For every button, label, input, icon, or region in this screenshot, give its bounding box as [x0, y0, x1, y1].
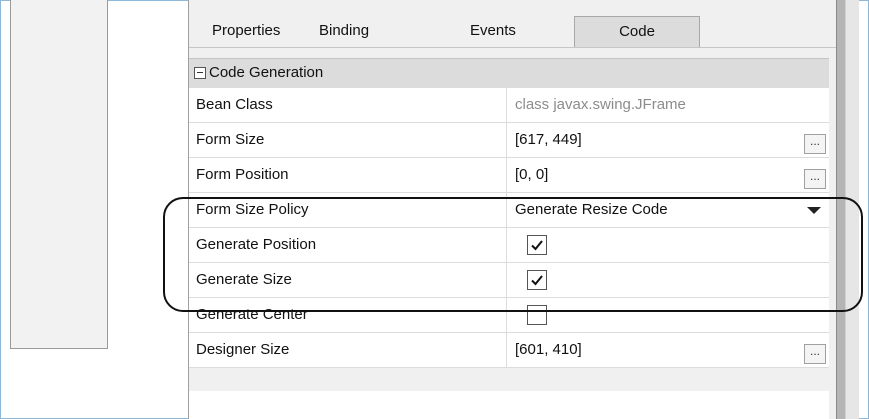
property-name: Generate Size: [196, 271, 292, 288]
property-grid: Bean Class class javax.swing.JFrame Form…: [189, 88, 829, 368]
property-name: Generate Center: [196, 306, 308, 323]
property-name: Designer Size: [196, 341, 290, 358]
section-header-code-generation[interactable]: Code Generation: [189, 58, 829, 89]
property-name: Form Size Policy: [196, 201, 309, 218]
property-value[interactable]: [601, 410]: [515, 341, 582, 358]
tab-properties[interactable]: Properties: [212, 16, 280, 46]
column-divider: [506, 158, 507, 192]
property-value[interactable]: [0, 0]: [515, 166, 548, 183]
tab-code[interactable]: Code: [574, 16, 700, 47]
ellipsis-button[interactable]: ...: [804, 169, 826, 189]
property-row-designer-size: Designer Size [601, 410] ...: [189, 333, 829, 368]
property-name: Form Position: [196, 166, 289, 183]
ellipsis-button[interactable]: ...: [804, 134, 826, 154]
generate-position-checkbox[interactable]: [527, 235, 547, 255]
property-row-form-size: Form Size [617, 449] ...: [189, 123, 829, 158]
property-value[interactable]: [617, 449]: [515, 131, 582, 148]
tab-divider: [189, 47, 836, 48]
designer-canvas[interactable]: [10, 0, 108, 349]
property-value: class javax.swing.JFrame: [515, 96, 686, 113]
property-row-bean-class: Bean Class class javax.swing.JFrame: [189, 88, 829, 123]
column-divider: [506, 193, 507, 227]
column-divider: [506, 298, 507, 332]
tab-bar: Properties Binding Events Code: [189, 0, 836, 58]
ellipsis-button[interactable]: ...: [804, 344, 826, 364]
scrollbar-track[interactable]: [845, 0, 859, 419]
column-divider: [506, 228, 507, 262]
column-divider: [506, 333, 507, 367]
tab-binding[interactable]: Binding: [319, 16, 369, 46]
panel-splitter[interactable]: [836, 0, 845, 419]
property-row-generate-center: Generate Center: [189, 298, 829, 333]
property-name: Form Size: [196, 131, 265, 148]
checkmark-icon: [531, 240, 543, 251]
empty-grid-area: [189, 391, 829, 419]
tab-events[interactable]: Events: [470, 16, 516, 46]
column-divider: [506, 263, 507, 297]
properties-panel: Properties Binding Events Code Code Gene…: [188, 0, 837, 419]
property-row-generate-size: Generate Size: [189, 263, 829, 298]
chevron-down-icon[interactable]: [807, 207, 821, 214]
property-row-form-position: Form Position [0, 0] ...: [189, 158, 829, 193]
section-label: Code Generation: [209, 64, 324, 81]
checkmark-icon: [531, 275, 543, 286]
minus-icon[interactable]: [194, 67, 206, 79]
property-row-form-size-policy: Form Size Policy Generate Resize Code: [189, 193, 829, 228]
property-name: Generate Position: [196, 236, 317, 253]
size-policy-dropdown[interactable]: Generate Resize Code: [515, 201, 668, 218]
column-divider: [506, 88, 507, 122]
property-name: Bean Class: [196, 96, 273, 113]
column-divider: [506, 123, 507, 157]
generate-center-checkbox[interactable]: [527, 305, 547, 325]
property-row-generate-position: Generate Position: [189, 228, 829, 263]
generate-size-checkbox[interactable]: [527, 270, 547, 290]
